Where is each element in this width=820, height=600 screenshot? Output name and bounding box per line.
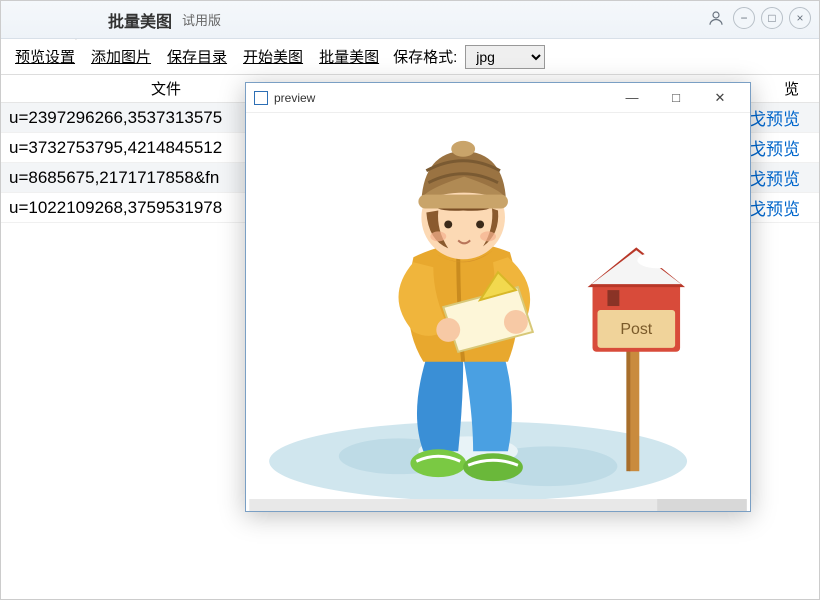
preview-image: Post	[246, 113, 750, 511]
mailbox-label: Post	[620, 321, 652, 338]
preview-link[interactable]: 戈预览	[749, 165, 819, 190]
window-controls: − □ ×	[705, 7, 811, 29]
app-edition: 试用版	[182, 10, 221, 29]
preview-window-controls: — □ ✕	[610, 84, 742, 112]
preview-window-title: preview	[274, 91, 610, 105]
save-dir-button[interactable]: 保存目录	[161, 42, 233, 71]
close-button[interactable]: ×	[789, 7, 811, 29]
preview-minimize-button[interactable]: —	[610, 84, 654, 112]
add-image-button[interactable]: 添加图片	[85, 42, 157, 71]
preview-maximize-button[interactable]: □	[654, 84, 698, 112]
preview-title-bar[interactable]: preview — □ ✕	[246, 83, 750, 113]
save-format-label: 保存格式:	[389, 42, 461, 71]
preview-settings-button[interactable]: 预览设置	[9, 42, 81, 71]
preview-link[interactable]: 戈预览	[749, 195, 819, 220]
user-icon[interactable]	[705, 7, 727, 29]
toolbar: 预览设置 添加图片 保存目录 开始美图 批量美图 保存格式: jpgpngbmp	[1, 39, 819, 75]
preview-link[interactable]: 戈预览	[749, 135, 819, 160]
batch-beautify-button[interactable]: 批量美图	[313, 42, 385, 71]
start-beautify-button[interactable]: 开始美图	[237, 42, 309, 71]
title-bar: 批量美图 试用版 − □ ×	[1, 1, 819, 39]
preview-body: Post	[246, 113, 750, 511]
preview-link[interactable]: 戈预览	[749, 105, 819, 130]
save-format-select[interactable]: jpgpngbmp	[465, 45, 545, 69]
preview-window-icon	[254, 91, 268, 105]
minimize-button[interactable]: −	[733, 7, 755, 29]
preview-close-button[interactable]: ✕	[698, 84, 742, 112]
app-title: 批量美图	[108, 8, 172, 32]
preview-window: preview — □ ✕ Post	[245, 82, 751, 512]
maximize-button[interactable]: □	[761, 7, 783, 29]
